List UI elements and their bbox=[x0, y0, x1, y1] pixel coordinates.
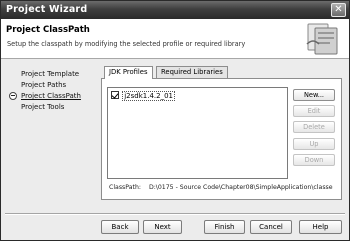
edit-button[interactable]: Edit bbox=[293, 105, 335, 117]
next-button[interactable]: Next bbox=[143, 220, 182, 234]
classpath-readout: ClassPath: D:\0175 - Source Code\Chapter… bbox=[109, 184, 333, 191]
nav-item-project-template[interactable]: Project Template bbox=[21, 70, 79, 78]
jdk-checkbox[interactable] bbox=[111, 91, 119, 99]
wizard-pages-icon bbox=[306, 23, 338, 55]
close-button[interactable]: ✕ bbox=[331, 3, 346, 17]
page-title: Project ClassPath bbox=[6, 25, 90, 35]
nav-item-project-paths[interactable]: Project Paths bbox=[21, 81, 66, 89]
window-title: Project Wizard bbox=[6, 4, 88, 15]
nav-item-project-classpath[interactable]: Project ClassPath bbox=[21, 92, 81, 100]
nav-item-label: Project Template bbox=[21, 70, 80, 78]
tab-jdk-profiles[interactable]: JDK Profiles bbox=[104, 66, 153, 79]
new-button[interactable]: New... bbox=[293, 89, 335, 101]
classpath-label: ClassPath: bbox=[109, 184, 141, 191]
footer-divider bbox=[5, 213, 345, 215]
nav-item-label: Project ClassPath bbox=[21, 92, 81, 100]
project-wizard-window: Project Wizard ✕ Project ClassPath Setup… bbox=[0, 0, 350, 241]
jdk-profile-list[interactable]: j2sdk1.4.2_01 bbox=[107, 87, 288, 179]
wizard-header: Project ClassPath Setup the classpath by… bbox=[1, 19, 349, 59]
down-button[interactable]: Down bbox=[293, 154, 335, 166]
page-subtitle: Setup the classpath by modifying the sel… bbox=[7, 40, 246, 48]
nav-item-label: Project Paths bbox=[21, 81, 67, 89]
current-step-arrow-icon bbox=[9, 92, 17, 100]
up-button[interactable]: Up bbox=[293, 138, 335, 150]
help-button[interactable]: Help bbox=[299, 220, 342, 234]
wizard-step-nav: Project Template Project Paths Project C… bbox=[1, 60, 97, 210]
cancel-button[interactable]: Cancel bbox=[250, 220, 292, 234]
list-item-label: j2sdk1.4.2_01 bbox=[122, 91, 175, 101]
tab-required-libraries[interactable]: Required Libraries bbox=[156, 66, 228, 78]
classpath-value: D:\0175 - Source Code\Chapter08\SimpleAp… bbox=[148, 184, 333, 191]
nav-item-label: Project Tools bbox=[21, 103, 65, 111]
delete-button[interactable]: Delete bbox=[293, 121, 335, 133]
nav-item-project-tools[interactable]: Project Tools bbox=[21, 103, 64, 111]
back-button[interactable]: Back bbox=[101, 220, 139, 234]
title-bar[interactable]: Project Wizard ✕ bbox=[1, 1, 349, 19]
finish-button[interactable]: Finish bbox=[204, 220, 245, 234]
list-item[interactable]: j2sdk1.4.2_01 bbox=[111, 91, 175, 101]
